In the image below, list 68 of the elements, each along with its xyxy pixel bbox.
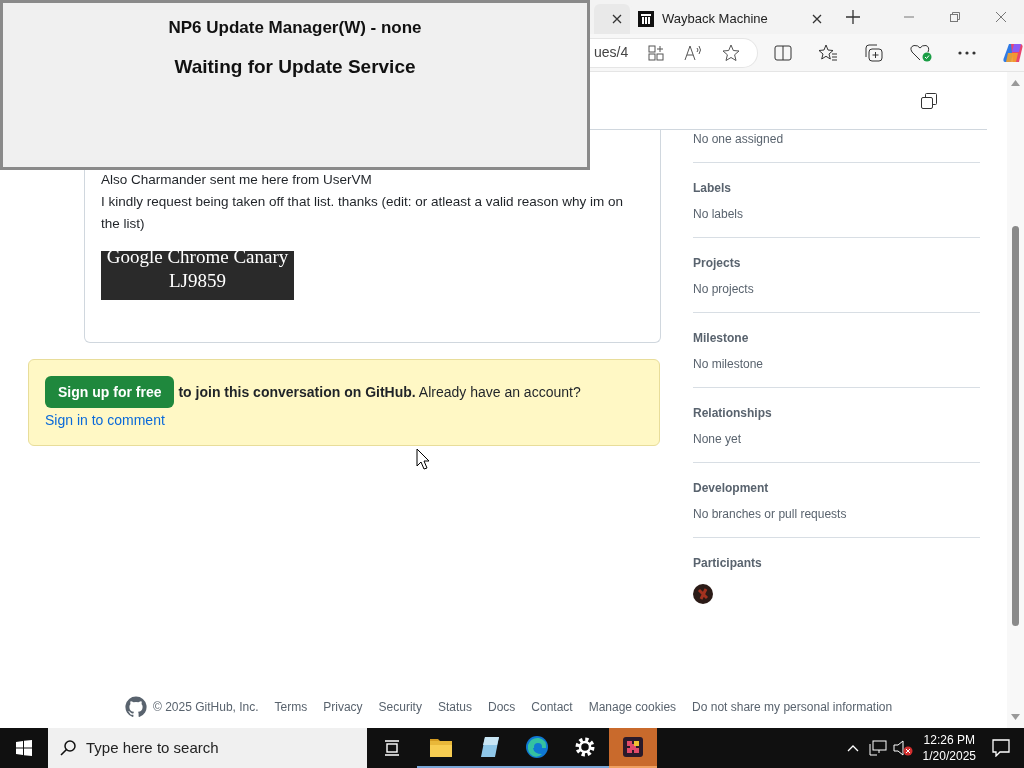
comment-text: Also Charmander sent me here from UserVM <box>101 171 373 189</box>
scrollbar-thumb[interactable] <box>1012 226 1019 626</box>
task-view-icon[interactable] <box>384 740 400 756</box>
section-heading: Participants <box>693 555 763 572</box>
section-value: None yet <box>693 431 743 448</box>
network-icon[interactable] <box>868 740 887 756</box>
section-heading: Labels <box>693 180 732 197</box>
new-tab-icon[interactable] <box>846 10 860 24</box>
footer-link[interactable]: Privacy <box>323 698 363 716</box>
footer-link[interactable]: Security <box>378 698 422 716</box>
section-value: No projects <box>693 281 755 298</box>
restore-icon[interactable] <box>950 12 960 22</box>
windows-icon[interactable] <box>16 740 32 756</box>
section-value: No labels <box>693 206 745 223</box>
split-screen-icon[interactable] <box>774 44 792 61</box>
attachment-text: LJ9859 <box>169 269 226 293</box>
apps-icon[interactable] <box>648 44 665 61</box>
clock-date: 1/20/2025 <box>922 748 976 764</box>
section-heading: Development <box>693 480 770 497</box>
section-value: No one assigned <box>693 131 785 148</box>
scroll-up-icon[interactable] <box>1011 80 1020 86</box>
taskbar-clock[interactable]: 12:26 PM 1/20/2025 <box>922 732 976 764</box>
footer-link[interactable]: Status <box>437 698 472 716</box>
signin-link[interactable]: Sign in to comment <box>45 408 165 432</box>
footer-link[interactable]: Terms <box>274 698 308 716</box>
status-message: Waiting for Update Service <box>174 54 416 79</box>
github-logo-icon <box>125 696 147 718</box>
comment-text: I kindly request being taken off that list. thanks (edit: or atleast a valid reason why im on the list) <box>101 193 625 233</box>
cursor-icon <box>416 448 430 470</box>
address-text: ues/4 <box>594 43 629 62</box>
heart-check-icon[interactable] <box>910 43 932 62</box>
footer-link[interactable]: Contact <box>531 698 573 716</box>
notifications-icon[interactable] <box>992 739 1010 757</box>
tab-title: Wayback Machine <box>662 10 769 29</box>
window-title: NP6 Update Manager(W) - none <box>168 17 422 39</box>
avatar-icon[interactable] <box>693 584 713 604</box>
scrollbar[interactable] <box>1007 72 1024 728</box>
footer-link[interactable]: Manage cookies <box>588 698 677 716</box>
close-icon[interactable] <box>612 14 622 24</box>
copilot-icon[interactable] <box>1002 41 1024 64</box>
signup-text: to join this conversation on GitHub. Already have an account? <box>178 382 581 402</box>
scroll-down-icon[interactable] <box>1011 714 1020 720</box>
volume-muted-icon[interactable] <box>892 740 913 756</box>
read-aloud-icon[interactable] <box>684 44 703 61</box>
taskbar-search[interactable]: Type here to search <box>48 728 367 768</box>
search-placeholder: Type here to search <box>86 737 219 758</box>
copy-icon[interactable] <box>921 92 937 109</box>
more-icon[interactable] <box>958 50 976 55</box>
copyright-text: © 2025 GitHub, Inc. <box>153 699 259 716</box>
address-bar[interactable]: ues/4 <box>590 37 758 68</box>
favorites-icon[interactable] <box>818 43 838 62</box>
star-icon[interactable] <box>722 43 741 62</box>
taskbar-app[interactable] <box>609 728 657 768</box>
browser-icon <box>523 733 551 761</box>
search-icon <box>60 740 76 756</box>
chevron-up-icon[interactable] <box>846 744 859 752</box>
close-icon[interactable] <box>812 14 822 24</box>
footer-link[interactable]: Do not share my personal information <box>692 698 893 716</box>
section-heading: Milestone <box>693 330 750 347</box>
section-heading: Relationships <box>693 405 773 422</box>
section-value: No branches or pull requests <box>693 506 848 523</box>
section-heading: Projects <box>693 255 742 272</box>
columns-icon <box>638 11 654 27</box>
clock-time: 12:26 PM <box>923 732 975 748</box>
collections-icon[interactable] <box>864 43 884 62</box>
section-value: No milestone <box>693 356 765 373</box>
signup-button[interactable]: Sign up for free <box>45 376 175 408</box>
footer-link[interactable]: Docs <box>487 698 516 716</box>
